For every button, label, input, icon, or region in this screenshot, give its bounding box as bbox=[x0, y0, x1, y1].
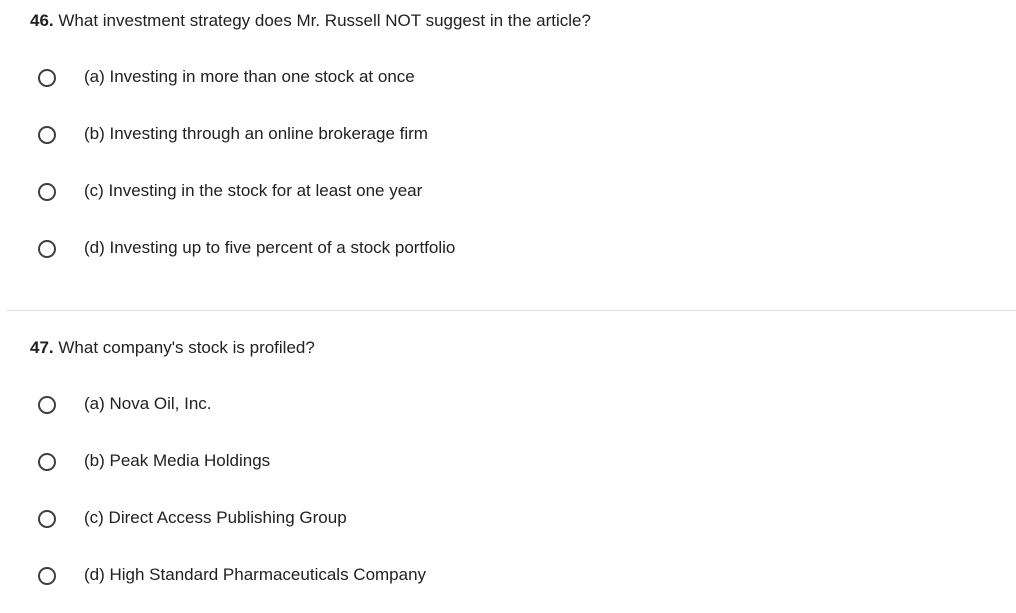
question-text: What investment strategy does Mr. Russel… bbox=[53, 11, 591, 30]
radio-button[interactable] bbox=[38, 396, 56, 414]
option-label: (c) Direct Access Publishing Group bbox=[84, 508, 347, 527]
answer-option-b[interactable]: (b) Investing through an online brokerag… bbox=[30, 120, 630, 150]
radio-button[interactable] bbox=[38, 510, 56, 528]
option-label: (d) Investing up to five percent of a st… bbox=[84, 238, 456, 257]
answer-option-a[interactable]: (a) Nova Oil, Inc. bbox=[30, 390, 630, 420]
question-title: 46. What investment strategy does Mr. Ru… bbox=[30, 10, 591, 32]
answer-option-d[interactable]: (d) High Standard Pharmaceuticals Compan… bbox=[30, 561, 630, 591]
question-number: 46. bbox=[30, 11, 54, 30]
radio-button[interactable] bbox=[38, 453, 56, 471]
option-label: (c) Investing in the stock for at least … bbox=[84, 181, 423, 200]
option-label: (b) Investing through an online brokerag… bbox=[84, 124, 428, 143]
answer-option-d[interactable]: (d) Investing up to five percent of a st… bbox=[30, 234, 630, 264]
radio-button[interactable] bbox=[38, 126, 56, 144]
radio-button[interactable] bbox=[38, 69, 56, 87]
radio-button[interactable] bbox=[38, 567, 56, 585]
option-label: (a) Investing in more than one stock at … bbox=[84, 67, 415, 86]
question-title: 47. What company's stock is profiled? bbox=[30, 337, 315, 359]
question-text: What company's stock is profiled? bbox=[53, 338, 315, 357]
answer-option-c[interactable]: (c) Direct Access Publishing Group bbox=[30, 504, 630, 534]
radio-button[interactable] bbox=[38, 240, 56, 258]
radio-button[interactable] bbox=[38, 183, 56, 201]
answer-option-c[interactable]: (c) Investing in the stock for at least … bbox=[30, 177, 630, 207]
question-number: 47. bbox=[30, 338, 54, 357]
answer-option-a[interactable]: (a) Investing in more than one stock at … bbox=[30, 63, 630, 93]
option-label: (d) High Standard Pharmaceuticals Compan… bbox=[84, 565, 427, 584]
option-label: (a) Nova Oil, Inc. bbox=[84, 394, 212, 413]
question-divider bbox=[6, 310, 1016, 311]
option-label: (b) Peak Media Holdings bbox=[84, 451, 271, 470]
answer-option-b[interactable]: (b) Peak Media Holdings bbox=[30, 447, 630, 477]
